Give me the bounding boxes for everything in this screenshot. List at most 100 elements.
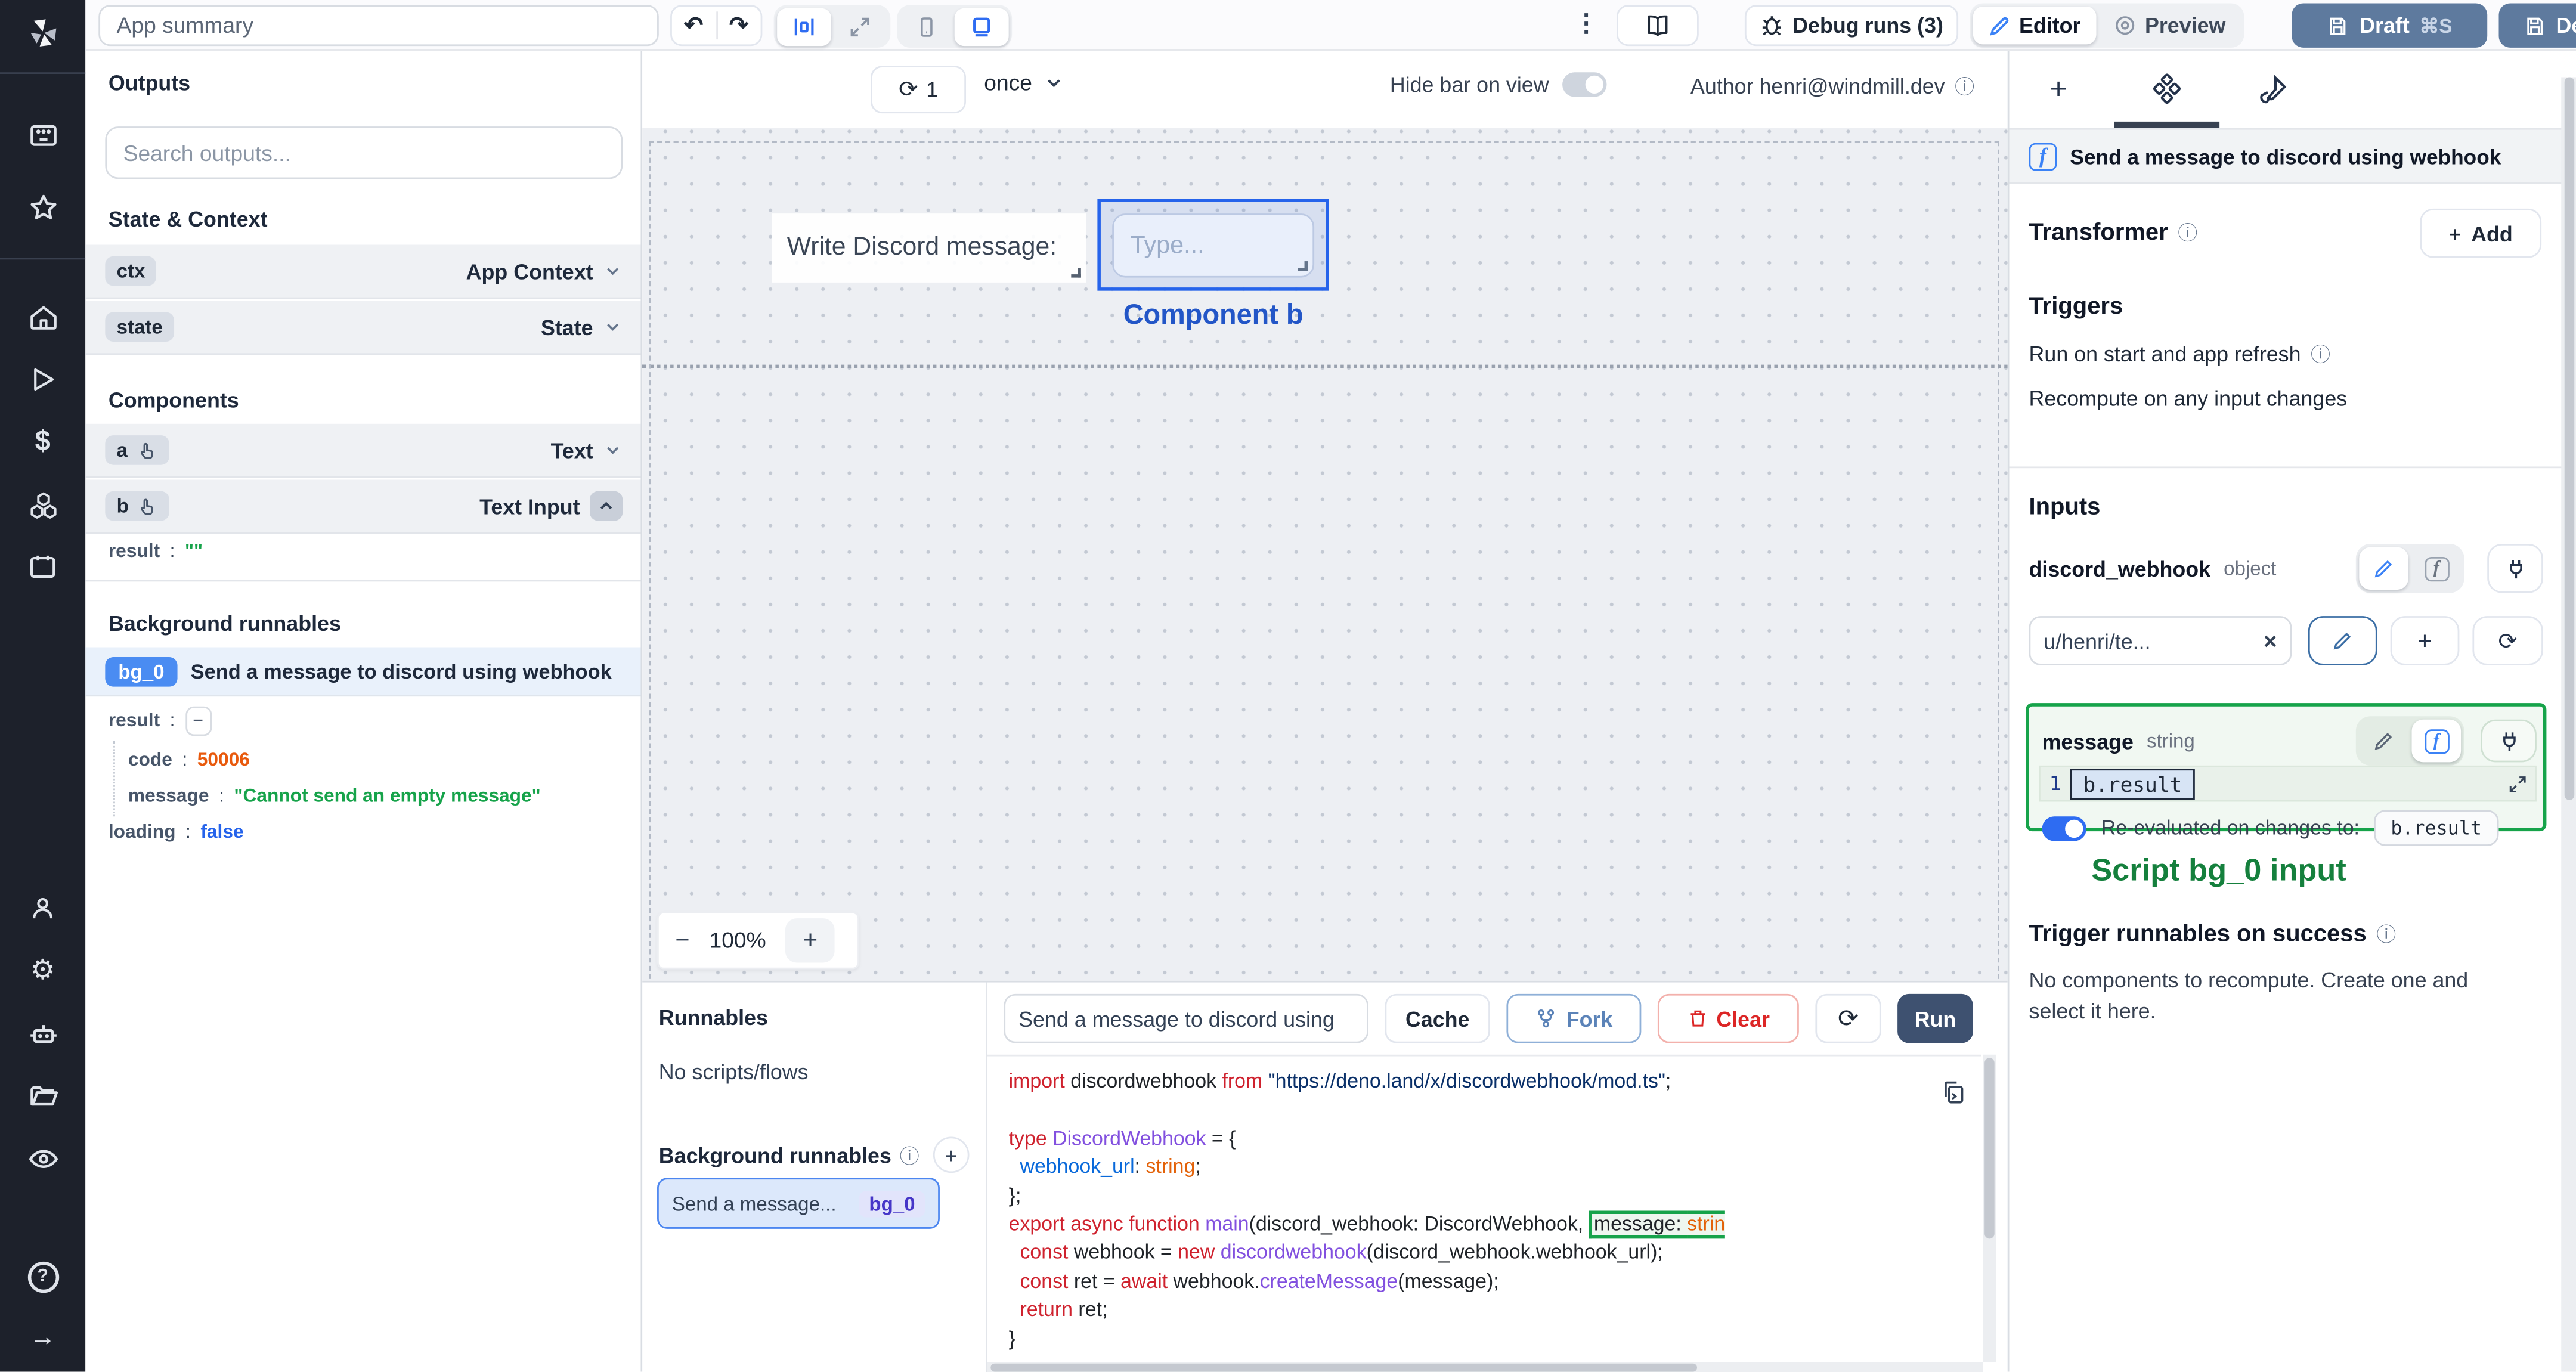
bg0-message-kv: message: "Cannot send an empty message" xyxy=(128,786,541,807)
expand-editor-icon[interactable] xyxy=(2507,773,2528,794)
tab-component-settings-icon[interactable] xyxy=(2144,66,2190,112)
refresh-resource-button[interactable]: ⟳ xyxy=(2472,616,2543,665)
chevron-down-icon[interactable] xyxy=(603,317,623,337)
deploy-button[interactable]: Deploy xyxy=(2498,3,2576,48)
zoom-in-button[interactable]: + xyxy=(785,918,835,963)
eval-function-icon[interactable]: f xyxy=(2411,547,2461,590)
component-b-row[interactable]: b Text Input xyxy=(85,479,641,534)
tab-editor[interactable]: Editor xyxy=(1973,7,2096,45)
fork-button[interactable]: Fork xyxy=(1506,993,1642,1043)
code-horizontal-scrollbar[interactable] xyxy=(987,1361,1983,1372)
center-layout-icon[interactable] xyxy=(777,7,832,45)
static-pencil-icon[interactable] xyxy=(2359,720,2408,763)
canvas-area: ⟳ 1 once Hide bar on view Author henri@w… xyxy=(642,51,2008,996)
text-input-component[interactable]: Type... xyxy=(1112,213,1315,278)
state-row[interactable]: state State xyxy=(85,301,641,355)
message-expression[interactable]: b.result xyxy=(2070,768,2196,800)
canvas-toolbar: ⟳ 1 once Hide bar on view Author henri@w… xyxy=(642,51,2008,128)
reeval-toggle[interactable] xyxy=(2042,815,2086,841)
inputs-title: Inputs xyxy=(2029,494,2101,521)
script-input-annotation: Script bg_0 input xyxy=(2091,854,2346,889)
debug-runs-button[interactable]: Debug runs (3) xyxy=(1744,5,1959,47)
mobile-device-icon[interactable] xyxy=(900,7,953,45)
components-title: Components xyxy=(108,388,239,413)
canvas-grid[interactable]: Write Discord message: Type... Component… xyxy=(642,128,2008,996)
search-outputs-input[interactable]: Search outputs... xyxy=(105,126,623,179)
undo-icon[interactable]: ↶ xyxy=(672,11,717,40)
app-launcher-icon[interactable] xyxy=(0,104,85,166)
favorites-star-icon[interactable] xyxy=(0,176,85,239)
ctx-row[interactable]: ctx App Context xyxy=(85,244,641,299)
chevron-down-icon[interactable] xyxy=(603,440,623,460)
draft-button[interactable]: Draft ⌘S xyxy=(2292,3,2488,48)
chevron-down-icon[interactable] xyxy=(603,261,623,281)
info-icon[interactable]: ⓘ xyxy=(1955,72,1974,100)
bg0-runnable-item[interactable]: Send a message... bg_0 xyxy=(657,1178,940,1229)
collapse-result-button[interactable]: − xyxy=(185,706,212,736)
selected-component-b[interactable]: Type... xyxy=(1097,199,1329,291)
clear-resource-icon[interactable]: × xyxy=(2264,627,2277,654)
code-line: type DiscordWebhook = { xyxy=(1008,1126,1236,1150)
variables-dollar-icon[interactable]: $ xyxy=(0,411,85,473)
workers-robot-icon[interactable] xyxy=(0,1002,85,1065)
add-transformer-button[interactable]: + Add xyxy=(2420,208,2542,258)
resize-handle[interactable] xyxy=(1298,261,1308,271)
bg-runnables-title: Background runnables xyxy=(658,1142,891,1167)
eval-function-icon[interactable]: f xyxy=(2411,719,2462,763)
code-editor[interactable]: import discordwebhook from "https://deno… xyxy=(987,1054,1981,1362)
undo-redo-group: ↶ ↷ xyxy=(670,5,763,47)
folders-icon[interactable] xyxy=(0,1064,85,1127)
edit-resource-pencil-button[interactable] xyxy=(2308,616,2377,665)
discord-webhook-input-row: discord_webhook object f xyxy=(2029,543,2543,593)
cache-button[interactable]: Cache xyxy=(1385,993,1490,1043)
message-expr-editor[interactable]: 1 b.result xyxy=(2039,765,2537,802)
hide-bar-toggle[interactable] xyxy=(1562,72,1607,97)
resize-handle[interactable] xyxy=(1071,268,1081,278)
audit-eye-icon[interactable] xyxy=(0,1127,85,1190)
resources-cubes-icon[interactable] xyxy=(0,473,85,535)
chevron-up-icon[interactable] xyxy=(590,491,623,521)
copy-icon[interactable] xyxy=(1940,1077,1967,1107)
component-a-badge: a xyxy=(105,435,169,465)
more-menu-kebab-icon[interactable]: ⋮ xyxy=(1574,8,1598,38)
static-pencil-icon[interactable] xyxy=(2359,547,2408,590)
tab-preview[interactable]: Preview xyxy=(2097,7,2240,44)
refresh-count-button[interactable]: ⟳ 1 xyxy=(871,66,966,114)
fullscreen-layout-icon[interactable] xyxy=(833,7,887,45)
tab-add-component-icon[interactable]: + xyxy=(2036,66,2082,112)
runs-play-icon[interactable] xyxy=(0,348,85,411)
run-button[interactable]: Run xyxy=(1897,993,1973,1043)
zoom-out-button[interactable]: − xyxy=(675,927,689,955)
user-icon[interactable] xyxy=(0,877,85,940)
resource-picker-field[interactable]: u/henri/te... × xyxy=(2029,616,2292,665)
code-vertical-scrollbar[interactable] xyxy=(1983,1054,1996,1362)
schedules-calendar-icon[interactable] xyxy=(0,535,85,598)
tab-styling-brush-icon[interactable] xyxy=(2249,66,2295,112)
component-a-row[interactable]: a Text xyxy=(85,423,641,478)
clear-button[interactable]: Clear xyxy=(1657,993,1799,1043)
redo-icon[interactable]: ↷ xyxy=(717,11,761,39)
home-icon[interactable] xyxy=(0,286,85,348)
bg0-row[interactable]: bg_0 Send a message to discord using web… xyxy=(85,647,641,697)
connect-plug-icon[interactable] xyxy=(2487,543,2543,593)
hand-pointer-icon xyxy=(140,442,153,459)
code-line: export async function main(discord_webho… xyxy=(1009,1210,1981,1240)
hide-bar-control: Hide bar on view xyxy=(1390,72,1607,97)
help-icon[interactable]: ? xyxy=(0,1245,85,1308)
run-mode-select[interactable]: once xyxy=(984,70,1065,95)
settings-gear-icon[interactable]: ⚙ xyxy=(0,940,85,1002)
add-bg-runnable-button[interactable]: + xyxy=(933,1136,970,1173)
right-panel-scrollbar[interactable] xyxy=(2561,77,2576,1372)
reeval-dependency-chip[interactable]: b.result xyxy=(2374,810,2498,846)
docs-book-icon[interactable] xyxy=(1617,5,1699,47)
script-name-input[interactable]: Send a message to discord using xyxy=(1004,993,1368,1043)
app-summary-input[interactable]: App summary xyxy=(98,5,659,47)
expand-rail-arrow-icon[interactable]: → xyxy=(0,1308,85,1370)
refresh-code-button[interactable]: ⟳ xyxy=(1815,993,1881,1043)
connect-plug-icon[interactable] xyxy=(2481,719,2537,763)
add-resource-button[interactable]: + xyxy=(2390,616,2460,665)
component-b-badge: b xyxy=(105,491,170,521)
text-component-a[interactable]: Write Discord message: xyxy=(772,213,1086,283)
windmill-logo-icon[interactable] xyxy=(0,0,85,66)
desktop-device-icon[interactable] xyxy=(954,7,1009,45)
